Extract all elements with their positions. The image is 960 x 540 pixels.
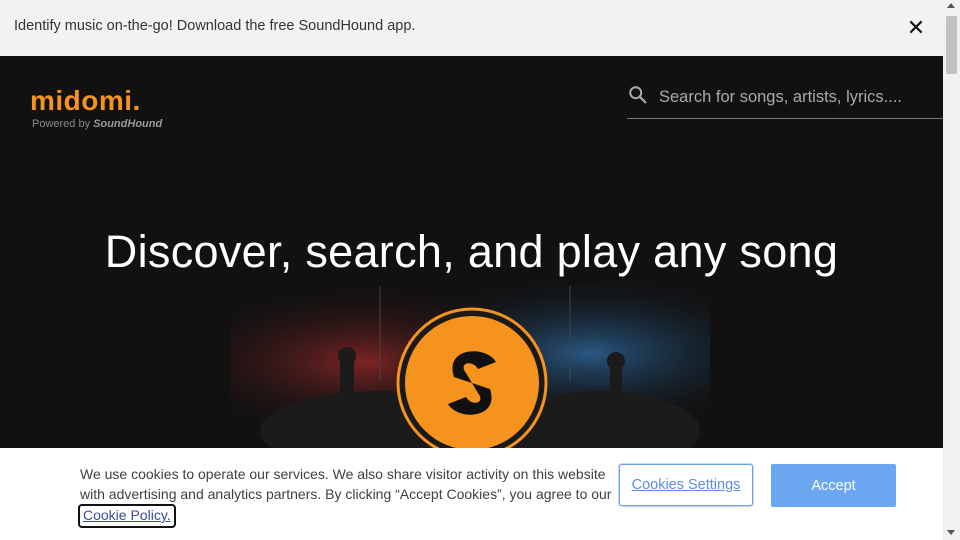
page-headline: Discover, search, and play any song <box>104 226 839 277</box>
search-bar <box>627 78 943 119</box>
logo-tagline: Powered by SoundHound <box>32 118 162 130</box>
scrollbar[interactable] <box>943 0 960 540</box>
hero-section: midomi. Powered by SoundHound Discover, … <box>0 56 943 456</box>
banner-text: Identify music on-the-go! Download the f… <box>14 18 416 34</box>
search-input[interactable] <box>657 82 941 112</box>
cookies-settings-button[interactable]: Cookies Settings <box>619 464 753 506</box>
logo-tagline-brand: SoundHound <box>93 118 163 130</box>
midomi-logo[interactable]: midomi. Powered by SoundHound <box>30 85 162 131</box>
cookie-consent-banner: We use cookies to operate our services. … <box>0 448 943 540</box>
app-download-banner: Identify music on-the-go! Download the f… <box>0 0 943 56</box>
cookie-notice-text: We use cookies to operate our services. … <box>80 466 612 502</box>
logo-tagline-prefix: Powered by <box>32 118 94 130</box>
accept-cookies-button[interactable]: Accept <box>771 464 896 507</box>
cookie-notice: We use cookies to operate our services. … <box>78 465 620 528</box>
soundhound-listen-button[interactable] <box>396 307 548 456</box>
logo-wordmark: midomi. <box>30 85 141 116</box>
search-icon[interactable] <box>627 84 649 106</box>
close-icon[interactable]: ✕ <box>904 16 928 40</box>
scroll-down-arrow-icon[interactable] <box>947 530 955 535</box>
scroll-up-arrow-icon[interactable] <box>947 3 955 8</box>
cookie-policy-link[interactable]: Cookie Policy. <box>78 504 176 528</box>
scroll-thumb[interactable] <box>946 16 957 74</box>
